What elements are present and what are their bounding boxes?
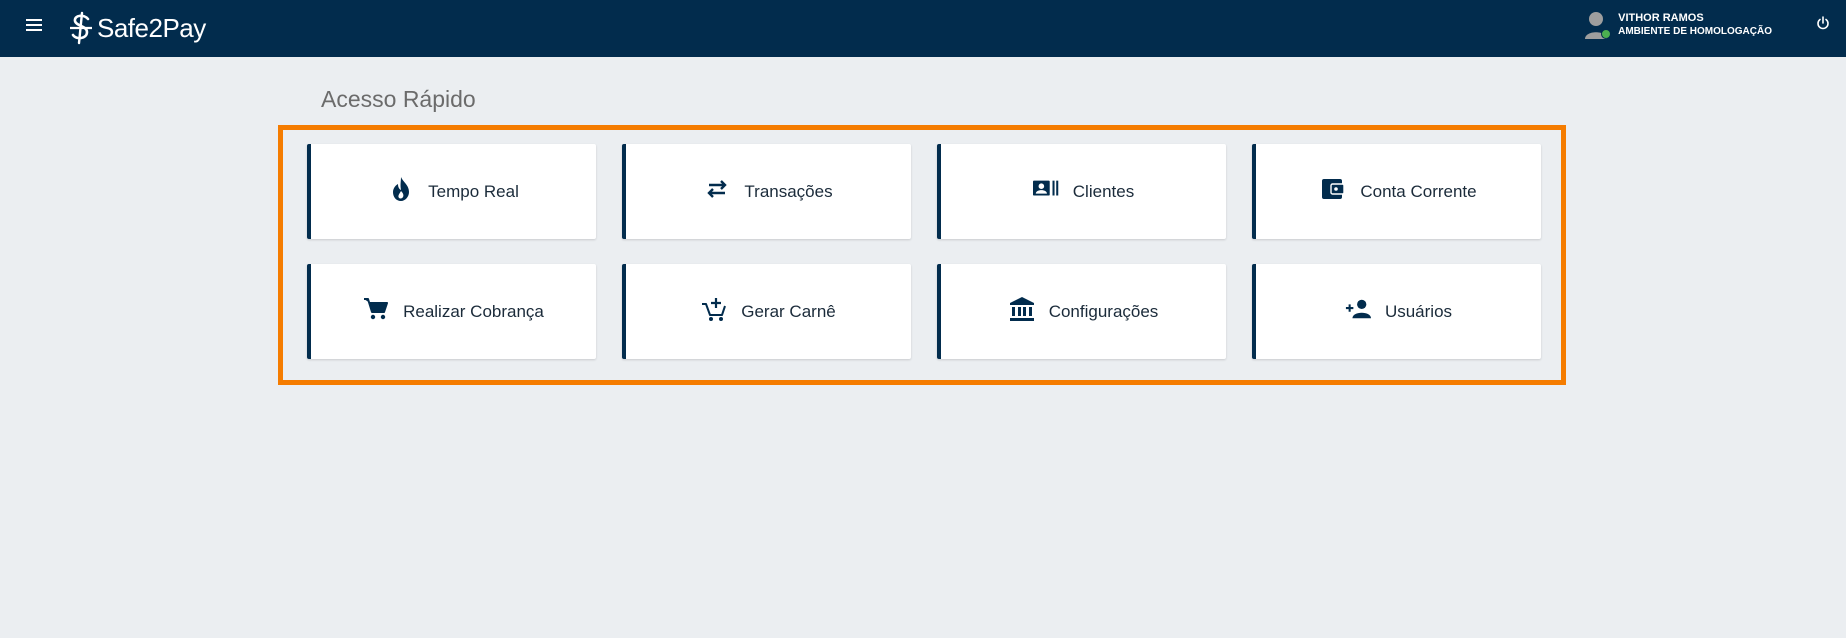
- card-label: Clientes: [1072, 181, 1135, 201]
- wallet-icon: [1320, 176, 1346, 202]
- environment-label: AMBIENTE DE HOMOLOGAÇÃO: [1618, 26, 1772, 37]
- card-usuarios[interactable]: Usuários: [1252, 264, 1541, 359]
- brand-logo[interactable]: Safe2Pay: [68, 10, 206, 46]
- card-gerar-carne[interactable]: Gerar Carnê: [622, 264, 911, 359]
- card-transacoes[interactable]: Transações: [622, 144, 911, 239]
- page-title: Acesso Rápido: [321, 86, 476, 112]
- cart-plus-icon: [701, 296, 727, 322]
- top-navbar: Safe2Pay VITHOR RAMOS AMBIENTE DE HOMOLO…: [0, 0, 1846, 57]
- quick-access-grid: Tempo Real Transações Clientes Conta Cor…: [307, 144, 1542, 359]
- brand-name: Safe2Pay: [97, 12, 206, 43]
- contact-card-icon: [1032, 176, 1059, 202]
- power-logout-icon[interactable]: [1816, 16, 1830, 30]
- card-label: Tempo Real: [428, 181, 519, 201]
- user-name: VITHOR RAMOS: [1618, 12, 1704, 24]
- hamburger-menu-icon[interactable]: [26, 17, 44, 33]
- flame-icon: [388, 176, 414, 202]
- card-label: Realizar Cobrança: [403, 301, 544, 321]
- card-label: Transações: [744, 181, 833, 201]
- card-clientes[interactable]: Clientes: [937, 144, 1226, 239]
- card-configuracoes[interactable]: Configurações: [937, 264, 1226, 359]
- card-label: Conta Corrente: [1360, 181, 1477, 201]
- swap-arrows-icon: [704, 176, 730, 202]
- card-label: Configurações: [1048, 301, 1159, 321]
- card-label: Gerar Carnê: [741, 301, 836, 321]
- bank-icon: [1009, 296, 1035, 322]
- person-add-icon: [1345, 296, 1371, 322]
- card-realizar-cobranca[interactable]: Realizar Cobrança: [307, 264, 596, 359]
- card-label: Usuários: [1384, 301, 1453, 321]
- brand-mark-icon: [70, 11, 92, 45]
- user-menu[interactable]: VITHOR RAMOS AMBIENTE DE HOMOLOGAÇÃO: [1584, 10, 1772, 40]
- cart-icon: [363, 296, 389, 322]
- avatar[interactable]: [1584, 10, 1612, 40]
- card-conta-corrente[interactable]: Conta Corrente: [1252, 144, 1541, 239]
- card-tempo-real[interactable]: Tempo Real: [307, 144, 596, 239]
